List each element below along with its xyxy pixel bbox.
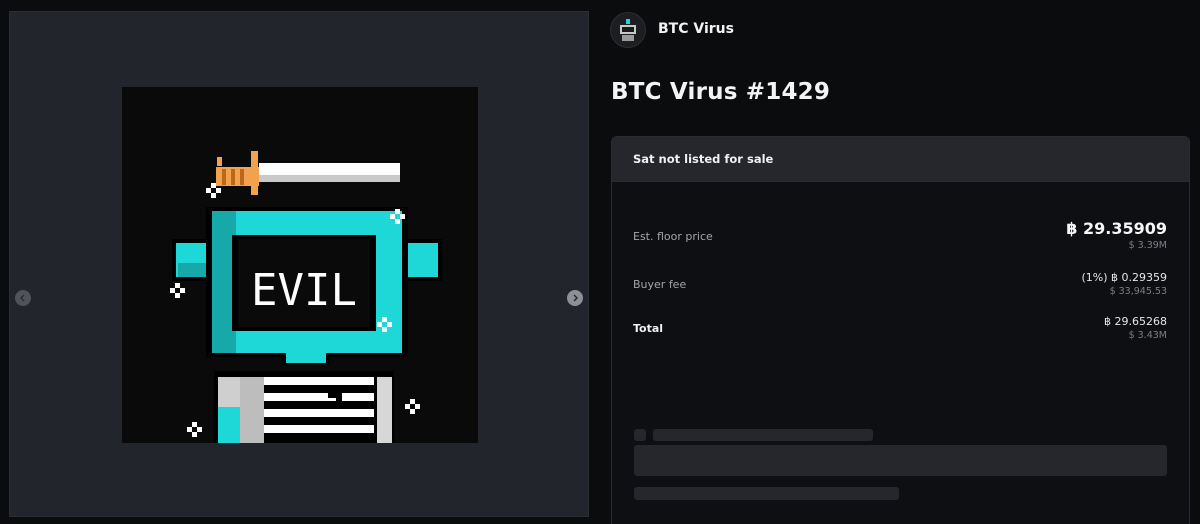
floor-price-usd: $ 3.39M <box>1128 240 1167 251</box>
previous-image-button[interactable] <box>15 290 31 306</box>
total-value: ฿ 29.65268 $ 3.43M <box>1104 315 1167 341</box>
buyer-fee-btc: (1%) ฿ 0.29359 <box>1081 271 1167 284</box>
total-usd: $ 3.43M <box>1128 330 1167 341</box>
skeleton-block-placeholder <box>634 445 1167 476</box>
svg-text:EVIL: EVIL <box>251 265 357 316</box>
collection-name-link[interactable]: BTC Virus <box>658 21 734 37</box>
item-title: BTC Virus #1429 <box>611 79 831 105</box>
collection-avatar[interactable] <box>610 12 646 48</box>
nft-artwork[interactable]: EVIL <box>122 87 478 443</box>
total-btc: ฿ 29.65268 <box>1104 315 1167 328</box>
image-viewer: EVIL <box>9 11 589 517</box>
next-image-button[interactable] <box>567 290 583 306</box>
chevron-left-icon <box>20 294 25 302</box>
chevron-right-icon <box>573 294 578 302</box>
sale-panel: Sat not listed for sale Est. floor price… <box>611 136 1190 524</box>
collection-logo-icon <box>620 19 636 41</box>
buyer-fee-label: Buyer fee <box>633 278 687 291</box>
skeleton-line-placeholder <box>634 487 899 500</box>
sale-status-text: Sat not listed for sale <box>633 152 774 166</box>
floor-price-value: ฿ 29.35909 $ 3.39M <box>1066 219 1167 251</box>
floor-price-btc: ฿ 29.35909 <box>1066 219 1167 238</box>
skeleton-icon-placeholder <box>634 429 646 441</box>
buyer-fee-value: (1%) ฿ 0.29359 $ 33,945.53 <box>1081 271 1167 297</box>
skeleton-text-placeholder <box>653 429 873 441</box>
total-label: Total <box>633 322 664 335</box>
floor-price-label: Est. floor price <box>633 230 713 243</box>
buyer-fee-usd: $ 33,945.53 <box>1109 286 1167 297</box>
sale-status-header: Sat not listed for sale <box>612 137 1189 182</box>
